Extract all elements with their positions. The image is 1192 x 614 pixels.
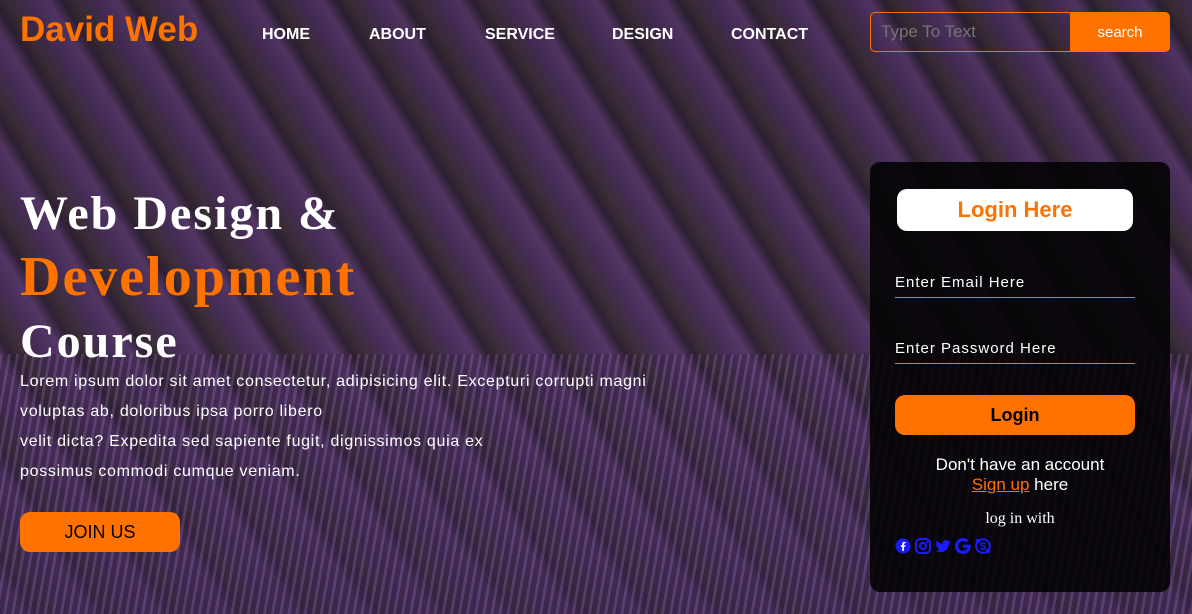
page: David Web HOME ABOUT SERVICE DESIGN CONT… xyxy=(0,0,1192,614)
social-login-icons xyxy=(895,538,991,554)
account-text: Don't have an account xyxy=(935,455,1105,474)
nav-service[interactable]: SERVICE xyxy=(485,26,555,44)
login-with-label: log in with xyxy=(985,510,1055,527)
search-button[interactable]: search xyxy=(1070,12,1170,52)
hero-description: Lorem ipsum dolor sit amet consectetur, … xyxy=(20,367,720,487)
hero-description-line: velit dicta? Expedita sed sapiente fugit… xyxy=(20,433,484,450)
signup-suffix: here xyxy=(1029,475,1069,494)
signup-prompt: Don't have an account Sign up here xyxy=(870,455,1170,495)
facebook-icon[interactable] xyxy=(895,538,911,554)
hero-title-line1: Web Design & xyxy=(20,187,341,240)
skype-icon[interactable] xyxy=(975,538,991,554)
nav-about[interactable]: ABOUT xyxy=(369,26,426,44)
login-title: Login Here xyxy=(897,189,1133,231)
twitter-icon[interactable] xyxy=(935,538,951,554)
nav-contact[interactable]: CONTACT xyxy=(731,26,808,44)
password-field[interactable] xyxy=(895,334,1135,364)
signup-link[interactable]: Sign up xyxy=(972,475,1030,494)
hero-description-line: voluptas ab, doloribus ipsa porro libero xyxy=(20,403,323,420)
search-bar: search xyxy=(870,12,1170,52)
login-button[interactable]: Login xyxy=(895,395,1135,435)
email-field[interactable] xyxy=(895,268,1135,298)
join-us-button[interactable]: JOIN US xyxy=(20,512,180,552)
nav-design[interactable]: DESIGN xyxy=(612,26,673,44)
search-input[interactable] xyxy=(870,12,1070,52)
site-logo[interactable]: David Web xyxy=(20,10,198,50)
hero-title-highlight: Development xyxy=(20,246,357,308)
hero-description-line: Lorem ipsum dolor sit amet consectetur, … xyxy=(20,373,647,390)
signup-line: Sign up here xyxy=(870,475,1170,495)
instagram-icon[interactable] xyxy=(915,538,931,554)
nav-home[interactable]: HOME xyxy=(262,26,310,44)
hero-description-line: possimus commodi cumque veniam. xyxy=(20,463,301,480)
login-form-card: Login Here Login Don't have an account S… xyxy=(870,162,1170,592)
google-icon[interactable] xyxy=(955,538,971,554)
hero-title-line3: Course xyxy=(20,315,179,368)
